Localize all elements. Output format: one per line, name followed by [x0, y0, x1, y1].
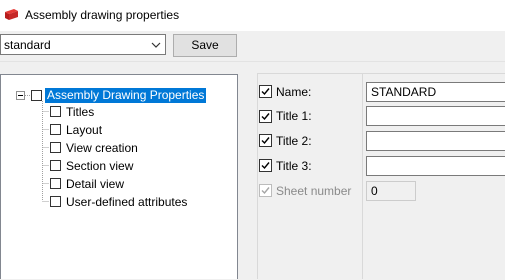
tree-item-view-creation[interactable]: View creation — [66, 141, 138, 155]
name-field[interactable]: STANDARD — [366, 82, 505, 102]
tree-root-checkbox[interactable] — [31, 90, 42, 101]
checkmark-icon — [261, 162, 270, 170]
title2-checkbox[interactable] — [259, 134, 272, 147]
title3-label: Title 3: — [276, 159, 312, 173]
title3-field[interactable] — [366, 156, 505, 176]
save-button[interactable]: Save — [173, 34, 237, 57]
tree-item-user-defined-attributes-checkbox[interactable] — [50, 196, 61, 207]
app-icon — [5, 9, 18, 20]
preset-value: standard — [4, 38, 51, 52]
tree-item-detail-view-checkbox[interactable] — [50, 178, 61, 189]
properties-tree[interactable]: Assembly Drawing Properties Titles Layou… — [0, 74, 238, 279]
tree-item-titles[interactable]: Titles — [66, 105, 94, 119]
sheet-number-field: 0 — [366, 181, 416, 201]
checkmark-icon — [261, 187, 270, 195]
checkmark-icon — [261, 137, 270, 145]
preset-dropdown[interactable]: standard — [0, 34, 166, 55]
tree-item-user-defined-attributes[interactable]: User-defined attributes — [66, 195, 187, 209]
tree-item-view-creation-checkbox[interactable] — [50, 142, 61, 153]
title2-label: Title 2: — [276, 134, 312, 148]
tree-item-section-view[interactable]: Section view — [66, 159, 133, 173]
title-bar: Assembly drawing properties — [0, 0, 505, 31]
tree-root-label[interactable]: Assembly Drawing Properties — [45, 88, 207, 103]
properties-panel — [257, 73, 505, 279]
window-title: Assembly drawing properties — [25, 8, 180, 22]
sheet-number-checkbox — [259, 184, 272, 197]
toolbar-divider — [0, 61, 505, 62]
title3-checkbox[interactable] — [259, 159, 272, 172]
panel-column-divider — [362, 73, 363, 279]
name-checkbox[interactable] — [259, 85, 272, 98]
tree-item-layout[interactable]: Layout — [66, 123, 102, 137]
title2-field[interactable] — [366, 131, 505, 151]
tree-item-titles-checkbox[interactable] — [50, 106, 61, 117]
title1-checkbox[interactable] — [259, 110, 272, 123]
tree-item-section-view-checkbox[interactable] — [50, 160, 61, 171]
name-label: Name: — [276, 85, 312, 99]
tree-item-detail-view[interactable]: Detail view — [66, 177, 124, 191]
title1-field[interactable] — [366, 106, 505, 126]
title1-label: Title 1: — [276, 109, 312, 123]
chevron-down-icon — [151, 42, 161, 48]
sheet-number-label: Sheet number — [276, 184, 352, 198]
tree-collapse-toggle[interactable] — [16, 91, 25, 100]
tree-item-layout-checkbox[interactable] — [50, 124, 61, 135]
checkmark-icon — [261, 113, 270, 121]
checkmark-icon — [261, 88, 270, 96]
